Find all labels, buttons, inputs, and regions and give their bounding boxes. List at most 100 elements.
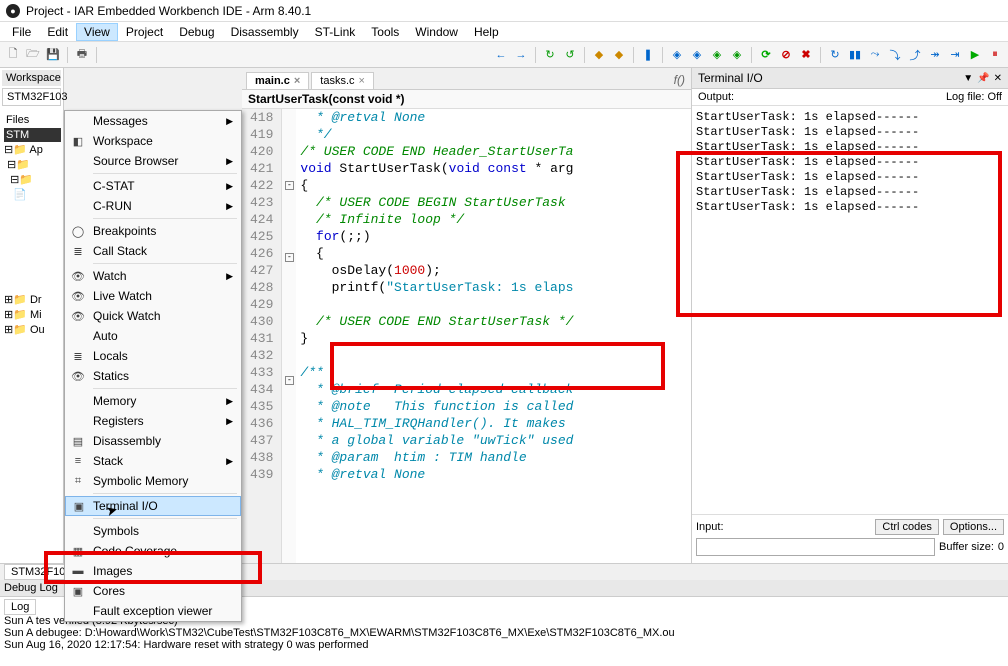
window-title: Project - IAR Embedded Workbench IDE - A… — [26, 4, 311, 18]
close-icon[interactable]: × — [359, 75, 365, 87]
tb-step-out-icon[interactable]: ⤴ — [906, 46, 924, 64]
menu-item-symbols[interactable]: Symbols — [65, 521, 241, 541]
menu-item-live-watch[interactable]: 👁Live Watch — [65, 286, 241, 306]
menu-item-call-stack[interactable]: ≣Call Stack — [65, 241, 241, 261]
close-icon[interactable]: ✕ — [994, 73, 1002, 84]
options-button[interactable]: Options... — [943, 519, 1004, 535]
menu-item-fault-exception-viewer[interactable]: Fault exception viewer — [65, 601, 241, 621]
menu-item-c-stat[interactable]: C-STAT▶ — [65, 176, 241, 196]
terminal-input[interactable] — [696, 538, 935, 556]
menu-tools[interactable]: Tools — [363, 23, 407, 41]
function-bar: StartUserTask(const void *) — [242, 90, 691, 109]
tb-play-icon[interactable]: ▶ — [966, 46, 984, 64]
tb-db4-icon[interactable]: ◈ — [728, 46, 746, 64]
menu-item-workspace[interactable]: ◧Workspace — [65, 131, 241, 151]
menu-help[interactable]: Help — [466, 23, 507, 41]
logfile-label[interactable]: Log file: Off — [946, 91, 1002, 103]
menu-item-stack[interactable]: ≡Stack▶ — [65, 451, 241, 471]
tb-reload-icon[interactable]: ↻ — [541, 46, 559, 64]
editor-area: main.c× tasks.c× f() StartUserTask(const… — [242, 68, 692, 563]
menu-item-breakpoints[interactable]: ◯Breakpoints — [65, 221, 241, 241]
menu-disassembly[interactable]: Disassembly — [223, 23, 307, 41]
ctrl-codes-button[interactable]: Ctrl codes — [875, 519, 939, 535]
toolbar: 🗋 🗁 💾 🖶 ← → ↻ ↺ ◆ ◆ ❚ ◈ ◈ ◈ ◈ ⟳ ⊘ ✖ ↻ ▮▮… — [0, 42, 1008, 68]
tb-break-icon[interactable]: ▮▮ — [846, 46, 864, 64]
terminal-line: StartUserTask: 1s elapsed------ — [696, 110, 1004, 125]
tb-step-over-icon[interactable]: ⤳ — [866, 46, 884, 64]
menu-item-symbolic-memory[interactable]: ⌗Symbolic Memory — [65, 471, 241, 491]
workspace-config[interactable]: STM32F103 — [2, 88, 61, 106]
tb-save-icon[interactable]: 💾 — [44, 46, 62, 64]
dropdown-icon[interactable]: ▼ — [963, 73, 973, 84]
terminal-header[interactable]: Terminal I/O ▼ 📌 ✕ — [692, 68, 1008, 89]
menu-item-code-coverage[interactable]: ▦Code Coverage — [65, 541, 241, 561]
menu-item-images[interactable]: ▬Images — [65, 561, 241, 581]
log-line: Sun A debugee: D:\Howard\Work\STM32\Cube… — [4, 627, 1004, 639]
menubar: FileEditViewProjectDebugDisassemblyST-Li… — [0, 22, 1008, 42]
workspace-tab[interactable]: Workspace — [2, 70, 61, 86]
editor-tabs: main.c× tasks.c× f() — [242, 68, 691, 90]
tb-go-icon[interactable]: ⟳ — [757, 46, 775, 64]
terminal-output: StartUserTask: 1s elapsed------StartUser… — [692, 106, 1008, 514]
menu-debug[interactable]: Debug — [171, 23, 222, 41]
menu-window[interactable]: Window — [407, 23, 466, 41]
tb-reset-icon[interactable]: ✖ — [797, 46, 815, 64]
fx-icon[interactable]: f() — [668, 71, 691, 89]
tb-open-icon[interactable]: 🗁 — [24, 46, 42, 64]
tb-bp2-icon[interactable]: ◆ — [610, 46, 628, 64]
menu-file[interactable]: File — [4, 23, 39, 41]
menu-project[interactable]: Project — [118, 23, 171, 41]
menu-item-registers[interactable]: Registers▶ — [65, 411, 241, 431]
menu-item-disassembly[interactable]: ▤Disassembly — [65, 431, 241, 451]
pin-icon[interactable]: 📌 — [977, 73, 989, 84]
tree-root: STM — [4, 128, 61, 142]
tb-nav-fwd-icon[interactable]: → — [512, 46, 530, 64]
tb-db2-icon[interactable]: ◈ — [688, 46, 706, 64]
code-editor[interactable]: 4184194204214224234244254264274284294304… — [242, 109, 691, 563]
tb-db3-icon[interactable]: ◈ — [708, 46, 726, 64]
tb-halt-icon[interactable]: ⏸ — [986, 46, 1004, 64]
tb-marker-icon[interactable]: ❚ — [639, 46, 657, 64]
terminal-line: StartUserTask: 1s elapsed------ — [696, 125, 1004, 140]
terminal-line: StartUserTask: 1s elapsed------ — [696, 185, 1004, 200]
output-label: Output: — [698, 91, 734, 103]
log-line: Sun Aug 16, 2020 12:17:54: Hardware rese… — [4, 639, 1004, 651]
tb-stop-icon[interactable]: ⊘ — [777, 46, 795, 64]
menu-item-c-run[interactable]: C-RUN▶ — [65, 196, 241, 216]
menu-item-auto[interactable]: Auto — [65, 326, 241, 346]
input-label: Input: — [696, 521, 724, 533]
terminal-line: StartUserTask: 1s elapsed------ — [696, 200, 1004, 215]
menu-item-messages[interactable]: Messages▶ — [65, 111, 241, 131]
tb-refresh-icon[interactable]: ↺ — [561, 46, 579, 64]
menu-item-locals[interactable]: ≣Locals — [65, 346, 241, 366]
menu-item-memory[interactable]: Memory▶ — [65, 391, 241, 411]
menu-st-link[interactable]: ST-Link — [307, 23, 364, 41]
tb-db1-icon[interactable]: ◈ — [668, 46, 686, 64]
tb-restart-icon[interactable]: ↻ — [826, 46, 844, 64]
tb-new-icon[interactable]: 🗋 — [4, 46, 22, 64]
tb-nav-back-icon[interactable]: ← — [492, 46, 510, 64]
project-tree[interactable]: STM ⊟📁 Ap ⊟📁 ⊟📁 📄 ⊞📁 Dr ⊞📁 Mi ⊞📁 Ou — [2, 128, 61, 337]
tb-bp1-icon[interactable]: ◆ — [590, 46, 608, 64]
menu-item-source-browser[interactable]: Source Browser▶ — [65, 151, 241, 171]
menu-edit[interactable]: Edit — [39, 23, 76, 41]
tb-run-to-icon[interactable]: ↠ — [926, 46, 944, 64]
close-icon[interactable]: × — [294, 75, 300, 87]
terminal-line: StartUserTask: 1s elapsed------ — [696, 140, 1004, 155]
buffer-size-value: 0 — [998, 541, 1004, 553]
app-icon: ● — [6, 4, 20, 18]
tab-tasks-c[interactable]: tasks.c× — [311, 72, 374, 89]
tab-main-c[interactable]: main.c× — [246, 72, 309, 89]
tb-cursor-icon[interactable]: ⇥ — [946, 46, 964, 64]
menu-item-terminal-i-o[interactable]: ▣Terminal I/O — [65, 496, 241, 516]
menu-item-watch[interactable]: 👁Watch▶ — [65, 266, 241, 286]
tb-print-icon[interactable]: 🖶 — [73, 46, 91, 64]
menu-view[interactable]: View — [76, 23, 118, 41]
log-tab[interactable]: Log — [4, 599, 36, 615]
menu-item-statics[interactable]: 👁Statics — [65, 366, 241, 386]
titlebar: ● Project - IAR Embedded Workbench IDE -… — [0, 0, 1008, 22]
menu-item-cores[interactable]: ▣Cores — [65, 581, 241, 601]
files-header: Files — [2, 112, 61, 128]
tb-step-into-icon[interactable]: ⤵ — [886, 46, 904, 64]
menu-item-quick-watch[interactable]: 👁Quick Watch — [65, 306, 241, 326]
